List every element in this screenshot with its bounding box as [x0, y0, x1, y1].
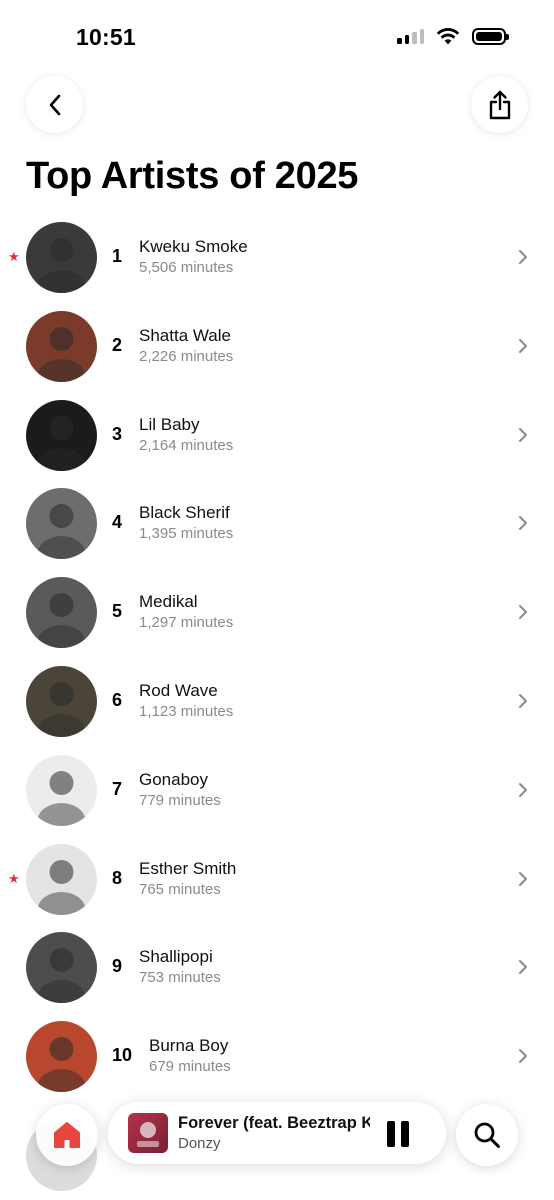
album-art	[128, 1113, 168, 1153]
artist-rank: 7	[112, 778, 123, 799]
artist-minutes: 2,226 minutes	[139, 347, 234, 365]
artist-row[interactable]: 4 Black Sherif 1,395 minutes	[0, 479, 554, 568]
page-title: Top Artists of 2025	[26, 155, 359, 197]
artist-avatar	[26, 488, 97, 560]
artist-minutes: 753 minutes	[139, 969, 221, 987]
artist-name: Rod Wave	[139, 680, 218, 700]
artist-minutes: 1,297 minutes	[139, 614, 234, 632]
artist-minutes: 779 minutes	[139, 791, 221, 809]
artist-rank: 4	[112, 512, 123, 533]
artist-rank: 3	[112, 423, 123, 444]
artist-row[interactable]: 5 Medikal 1,297 minutes	[0, 568, 554, 657]
chevron-right-icon	[519, 250, 527, 264]
artist-avatar	[26, 222, 97, 293]
artist-avatar	[26, 1021, 97, 1093]
artist-avatar	[26, 665, 97, 737]
artist-avatar	[26, 932, 97, 1004]
favorite-star-icon: ★	[8, 870, 20, 886]
back-button[interactable]	[26, 76, 83, 133]
chevron-left-icon	[49, 94, 60, 115]
artist-row[interactable]: 3 Lil Baby 2,164 minutes	[0, 391, 554, 480]
chevron-right-icon	[519, 960, 527, 975]
artist-rank: 5	[112, 601, 123, 622]
artist-name: Burna Boy	[149, 1036, 229, 1056]
artist-rank: 1	[112, 246, 123, 266]
home-icon	[54, 1122, 80, 1148]
artist-minutes: 679 minutes	[149, 1058, 231, 1076]
artist-rank: 2	[112, 334, 123, 355]
artist-minutes: 1,123 minutes	[139, 702, 234, 720]
chevron-right-icon	[519, 427, 527, 442]
chevron-right-icon	[519, 871, 527, 886]
favorite-star-icon: ★	[8, 249, 20, 264]
artist-name: Gonaboy	[139, 769, 208, 789]
artist-row[interactable]: 6 Rod Wave 1,123 minutes	[0, 657, 554, 746]
artist-row[interactable]: ★ 1 Kweku Smoke 5,506 minutes	[0, 213, 554, 302]
artist-rank: 8	[112, 867, 123, 888]
artist-name: Shatta Wale	[139, 325, 231, 345]
artist-row[interactable]: 9 Shallipopi 753 minutes	[0, 923, 554, 1012]
chevron-right-icon	[519, 338, 527, 353]
track-title: Forever (feat. Beeztrap KOTM)	[178, 1114, 370, 1132]
chevron-right-icon	[519, 605, 527, 620]
share-button[interactable]	[471, 76, 528, 133]
share-icon	[489, 90, 510, 119]
artist-rank: 9	[112, 956, 123, 977]
artist-minutes: 5,506 minutes	[139, 259, 234, 276]
artist-rank: 6	[112, 689, 123, 710]
artist-rank: 10	[112, 1045, 133, 1066]
artist-row[interactable]: ★ 8 Esther Smith 765 minutes	[0, 835, 554, 924]
artist-row[interactable]: 7 Gonaboy 779 minutes	[0, 746, 554, 835]
artist-minutes: 2,164 minutes	[139, 436, 234, 454]
chevron-right-icon	[519, 1049, 527, 1064]
track-artist: Donzy	[178, 1135, 221, 1152]
artist-minutes: 765 minutes	[139, 880, 221, 898]
artist-avatar	[26, 310, 97, 382]
chevron-right-icon	[519, 516, 527, 531]
artist-name: Medikal	[139, 592, 198, 612]
artist-name: Kweku Smoke	[139, 237, 248, 256]
artist-avatar	[26, 754, 97, 826]
artist-row[interactable]: 2 Shatta Wale 2,226 minutes	[0, 302, 554, 391]
pause-button[interactable]	[387, 1121, 411, 1147]
status-time: 10:51	[76, 24, 136, 50]
artist-avatar	[26, 399, 97, 471]
battery-icon	[472, 27, 509, 45]
status-bar: 10:51	[0, 0, 554, 70]
mini-player[interactable]: Forever (feat. Beeztrap KOTM) Donzy	[108, 1102, 446, 1164]
artist-name: Lil Baby	[139, 414, 200, 434]
artist-name: Shallipopi	[139, 947, 213, 967]
artist-avatar	[26, 577, 97, 649]
search-icon	[474, 1122, 500, 1148]
search-button[interactable]	[456, 1104, 518, 1166]
artist-avatar	[26, 843, 97, 915]
artist-name: Black Sherif	[139, 503, 230, 523]
chevron-right-icon	[519, 782, 527, 797]
artist-name: Esther Smith	[139, 858, 237, 878]
chevron-right-icon	[519, 693, 527, 708]
artist-list: ★ 1 Kweku Smoke 5,506 minutes 2 Shatta Wale…	[0, 213, 554, 1101]
wifi-icon	[436, 28, 460, 45]
home-button[interactable]	[36, 1104, 98, 1166]
artist-row[interactable]: 10 Burna Boy 679 minutes	[0, 1012, 554, 1101]
artist-minutes: 1,395 minutes	[139, 525, 234, 543]
cellular-signal-icon	[397, 28, 424, 44]
pause-icon	[387, 1121, 395, 1147]
status-icons	[397, 27, 509, 45]
